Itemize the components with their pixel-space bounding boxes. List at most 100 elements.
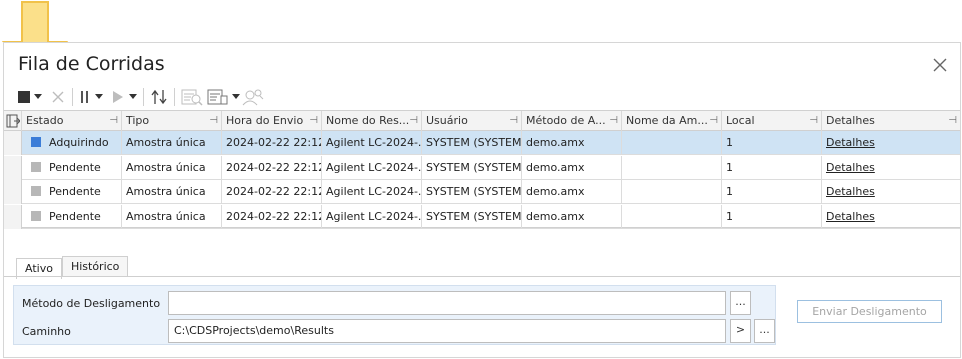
column-header-tipo[interactable]: Tipo ⊣	[122, 111, 222, 131]
pin-icon[interactable]: ⊣	[509, 111, 518, 130]
submit-time-text: 2024-02-22 22:12...	[226, 209, 321, 223]
location-text: 1	[726, 185, 733, 198]
send-shutdown-button[interactable]: Enviar Desligamento	[797, 300, 942, 323]
play-icon	[113, 91, 123, 103]
status-cell: Pendente	[22, 204, 122, 229]
pin-icon[interactable]: ⊣	[709, 111, 718, 130]
stop-dropdown-button[interactable]	[32, 87, 44, 107]
table-row[interactable]: Adquirindo Amostra única 2024-02-22 22:12.…	[4, 131, 960, 155]
details-link[interactable]: Detalhes	[826, 136, 875, 149]
queue-properties-dropdown-button[interactable]	[231, 87, 241, 107]
location-cell: 1	[722, 131, 822, 155]
column-label: Nome da Am...	[626, 114, 708, 127]
status-text: Adquirindo	[49, 136, 109, 149]
location-cell: 1	[722, 204, 822, 229]
resume-dropdown-button[interactable]	[127, 87, 139, 107]
type-cell: Amostra única	[122, 155, 222, 180]
pin-icon[interactable]: ⊣	[948, 111, 957, 130]
result-name-cell: Agilent LC-2024-...	[322, 155, 422, 180]
column-header-usuario[interactable]: Usuário ⊣	[422, 111, 522, 131]
submit-time-cell: 2024-02-22 22:12...	[222, 180, 322, 204]
shutdown-method-browse-button[interactable]: ...	[730, 291, 751, 315]
pin-icon[interactable]: ⊣	[309, 111, 318, 130]
status-cell: Pendente	[22, 180, 122, 204]
method-text: demo.amx	[526, 209, 585, 223]
row-header[interactable]	[4, 131, 22, 155]
path-go-button[interactable]: >	[730, 319, 751, 343]
method-cell: demo.amx	[522, 131, 622, 155]
user-cell: SYSTEM (SYSTEM)	[422, 180, 522, 204]
toolbar-separator	[143, 88, 144, 106]
path-browse-button[interactable]: ...	[754, 319, 775, 343]
cancel-icon	[52, 91, 64, 103]
column-header-nome[interactable]: Nome do Res... ⊣	[322, 111, 422, 131]
status-square-icon	[31, 186, 41, 196]
user-cell: SYSTEM (SYSTEM)	[422, 131, 522, 155]
resume-button[interactable]	[109, 87, 127, 107]
user-cell: SYSTEM (SYSTEM)	[422, 155, 522, 180]
result-name-cell: Agilent LC-2024-...	[322, 180, 422, 204]
details-link[interactable]: Detalhes	[826, 161, 875, 174]
method-text: demo.amx	[526, 160, 585, 174]
pin-icon[interactable]: ⊣	[209, 111, 218, 130]
column-label: Nome do Res...	[326, 114, 410, 127]
path-field[interactable]: C:\CDSProjects\demo\Results	[168, 319, 726, 343]
pin-icon[interactable]: ⊣	[109, 111, 118, 130]
pin-icon[interactable]: ⊣	[809, 111, 818, 130]
column-header-hora[interactable]: Hora do Envio ⊣	[222, 111, 322, 131]
sample-name-cell	[622, 204, 722, 229]
shutdown-method-field[interactable]	[168, 291, 726, 315]
column-header-estado[interactable]: Estado ⊣	[22, 111, 122, 131]
shutdown-method-label: Método de Desligamento	[22, 297, 161, 310]
table-row[interactable]: Pendente Amostra única 2024-02-22 22:12...…	[4, 204, 960, 229]
stop-button[interactable]	[16, 87, 32, 107]
pin-icon[interactable]: ⊣	[609, 111, 618, 130]
toolbar-separator	[72, 88, 73, 106]
row-header[interactable]	[4, 204, 22, 229]
stop-icon	[18, 91, 30, 103]
pin-icon[interactable]: ⊣	[409, 111, 418, 130]
user-search-button[interactable]	[241, 87, 265, 107]
column-header-detalhes[interactable]: Detalhes ⊣	[822, 111, 960, 131]
column-label: Local	[726, 114, 755, 127]
method-text: demo.amx	[526, 136, 585, 149]
status-square-icon	[31, 137, 41, 147]
column-chooser-button[interactable]	[4, 111, 22, 131]
status-square-icon	[31, 161, 41, 172]
user-text: SYSTEM (SYSTEM)	[426, 209, 522, 223]
status-text: Pendente	[49, 185, 101, 198]
reorder-button[interactable]	[148, 87, 170, 107]
column-header-local[interactable]: Local ⊣	[722, 111, 822, 131]
tab-historico[interactable]: Histórico	[61, 256, 129, 277]
details-cell: Detalhes	[822, 180, 960, 204]
result-name-cell: Agilent LC-2024-...	[322, 131, 422, 155]
column-label: Usuário	[426, 114, 468, 127]
details-link[interactable]: Detalhes	[826, 210, 875, 223]
column-label: Detalhes	[826, 114, 875, 127]
sample-name-cell	[622, 155, 722, 180]
pause-button[interactable]	[77, 87, 93, 107]
user-text: SYSTEM (SYSTEM)	[426, 160, 522, 174]
result-name-text: Agilent LC-2024-...	[326, 185, 422, 198]
column-header-nome-amostra[interactable]: Nome da Am... ⊣	[622, 111, 722, 131]
column-header-metodo[interactable]: Método de A... ⊣	[522, 111, 622, 131]
row-header[interactable]	[4, 155, 22, 180]
pause-dropdown-button[interactable]	[93, 87, 105, 107]
table-row[interactable]: Pendente Amostra única 2024-02-22 22:12...…	[4, 155, 960, 180]
close-icon[interactable]	[932, 57, 948, 73]
toolbar-separator	[174, 88, 175, 106]
queue-properties-button[interactable]	[205, 87, 231, 107]
submit-time-cell: 2024-02-22 22:12...	[222, 155, 322, 180]
status-text: Pendente	[49, 160, 101, 174]
tab-bar: Ativo Histórico	[16, 256, 129, 279]
dropdown-icon	[95, 94, 103, 99]
table-row[interactable]: Pendente Amostra única 2024-02-22 22:12...…	[4, 180, 960, 204]
cancel-button[interactable]	[48, 87, 68, 107]
table-header: Estado ⊣ Tipo ⊣ Hora do Envio ⊣ Nome do Res…	[4, 111, 960, 131]
status-text: Pendente	[49, 209, 101, 223]
details-link[interactable]: Detalhes	[826, 185, 875, 198]
location-cell: 1	[722, 155, 822, 180]
queue-search-button[interactable]	[179, 87, 205, 107]
type-text: Amostra única	[126, 185, 206, 198]
row-header[interactable]	[4, 180, 22, 204]
